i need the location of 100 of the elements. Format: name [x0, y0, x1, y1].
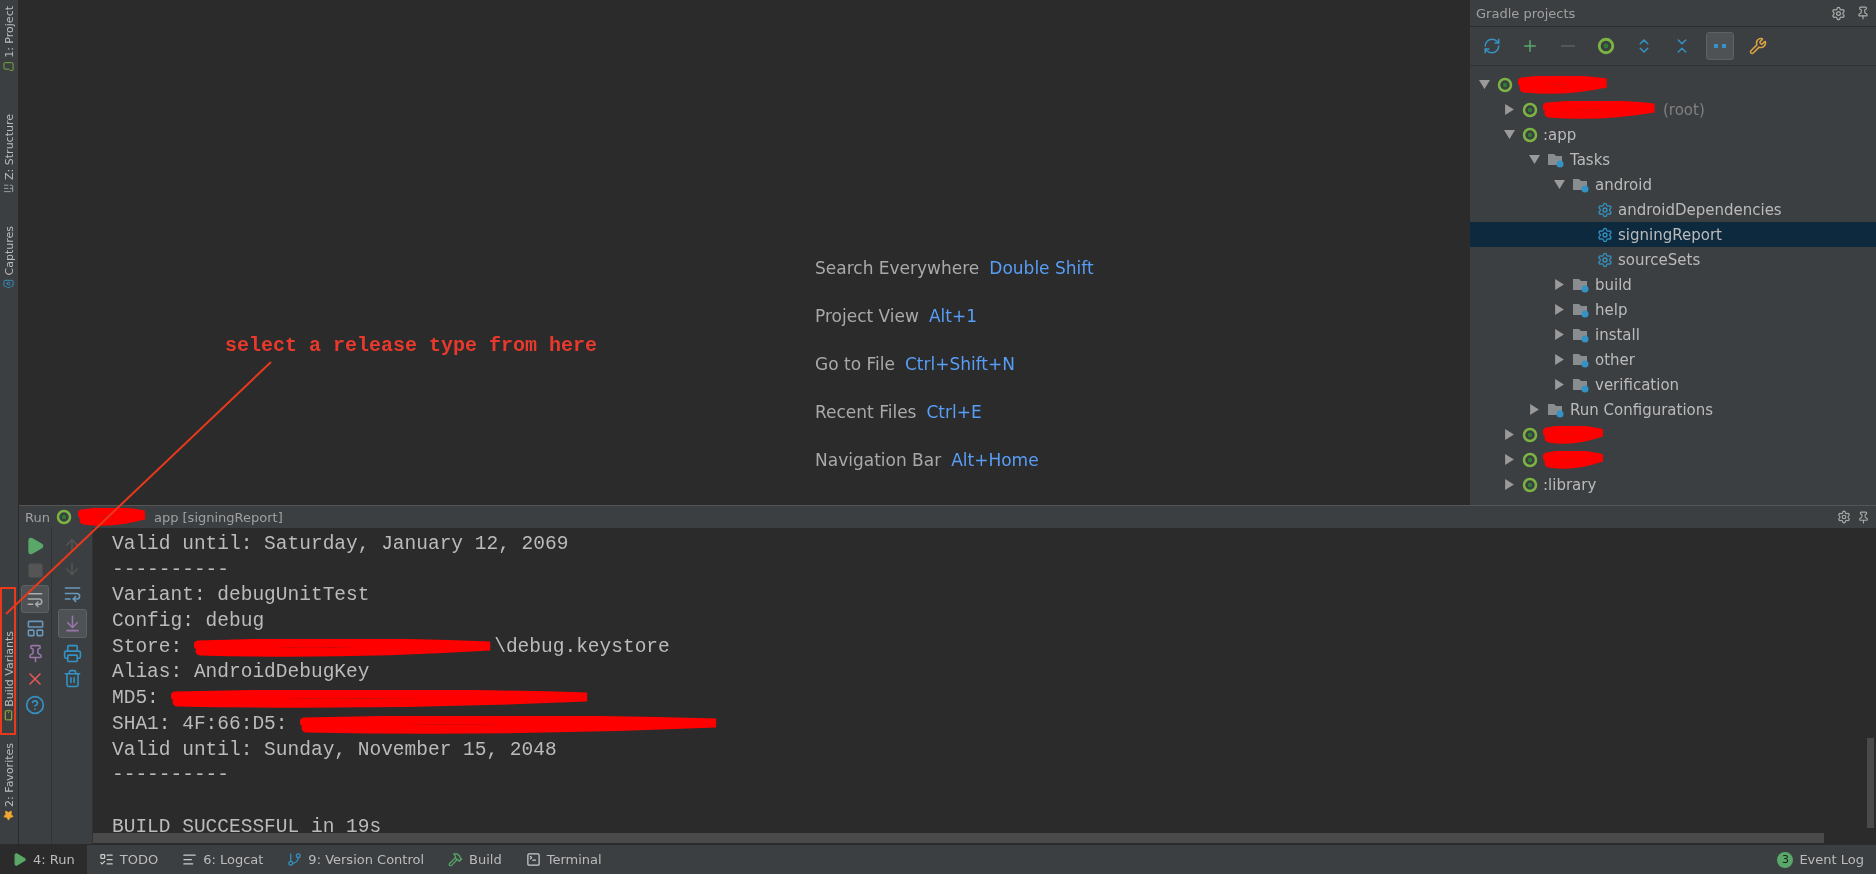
tree-label: install: [1595, 325, 1640, 344]
console-line: Alias: AndroidDebugKey: [112, 660, 370, 686]
console-line: \debug.keystore: [494, 634, 670, 660]
tool-window-tab[interactable]: Z: Structure: [0, 107, 18, 200]
console-line: Store:: [112, 634, 183, 660]
trash-icon[interactable]: [62, 669, 82, 688]
gradle-icon: [1522, 476, 1538, 493]
tree-item[interactable]: build: [1470, 272, 1876, 297]
collapse-arrow-icon[interactable]: [1528, 154, 1540, 165]
tree-label: verification: [1595, 375, 1680, 394]
settings-icon[interactable]: [1837, 510, 1851, 524]
redaction-mark: [77, 508, 148, 526]
tree-item[interactable]: other: [1470, 347, 1876, 372]
collapse-arrow-icon[interactable]: [1478, 79, 1490, 90]
folder-icon: [3, 60, 15, 72]
hide-panel-icon[interactable]: [1856, 6, 1870, 20]
tool-window-tab[interactable]: 4: Run: [0, 845, 87, 874]
tree-label-suffix: (root): [1663, 100, 1705, 119]
tree-label: Run Configurations: [1570, 400, 1714, 419]
console-line: Valid until: Saturday, January 12, 2069: [112, 532, 569, 557]
tree-item[interactable]: Tasks: [1470, 147, 1876, 172]
tree-label: signingReport: [1618, 225, 1722, 244]
plus-icon: [1521, 37, 1539, 55]
scrollbar[interactable]: [93, 833, 1824, 843]
expand-arrow-icon[interactable]: [1503, 429, 1515, 440]
expand-arrow-icon[interactable]: [1553, 304, 1565, 315]
expand-arrow-icon[interactable]: [1528, 404, 1540, 415]
tree-label: android: [1595, 175, 1652, 194]
print-icon[interactable]: [62, 644, 82, 663]
editor-hint: Go to File Ctrl+Shift+N: [815, 354, 1015, 374]
tree-label: sourceSets: [1618, 250, 1701, 269]
gradle-icon: [1497, 76, 1513, 93]
run-label: Run: [25, 509, 50, 525]
redaction-mark: [1543, 425, 1603, 444]
play-icon: [12, 852, 27, 867]
expand-arrow-icon[interactable]: [1553, 279, 1565, 290]
gradle-icon: [1522, 451, 1538, 468]
tree-item[interactable]: signingReport: [1470, 222, 1876, 247]
run-config-label: app [signingReport]: [153, 509, 283, 525]
annotation-text: select a release type from here: [225, 334, 598, 357]
soft-wrap-button[interactable]: [21, 585, 49, 613]
gradle-icon: [1522, 101, 1538, 118]
refresh-icon: [1483, 37, 1501, 55]
tool-window-tab[interactable]: Terminal: [513, 845, 614, 874]
folder-gear-icon: [1547, 401, 1565, 418]
console-line: BUILD SUCCESSFUL in 19s: [112, 814, 382, 832]
gear-icon: [1597, 201, 1613, 218]
editor-hint: Search Everywhere Double Shift: [815, 258, 1094, 278]
tree-item[interactable]: verification: [1470, 372, 1876, 397]
expand-arrow-icon[interactable]: [1503, 104, 1515, 115]
console-line: MD5:: [112, 686, 159, 712]
scroll-to-end-button[interactable]: [57, 609, 87, 638]
tree-item[interactable]: androidDependencies: [1470, 197, 1876, 222]
build-icon: [448, 852, 464, 867]
tree-item[interactable]: install: [1470, 322, 1876, 347]
collapse-arrow-icon[interactable]: [1503, 129, 1515, 140]
structure-icon: [3, 182, 15, 194]
logcat-icon: [182, 852, 198, 867]
expand-arrow-icon[interactable]: [1503, 454, 1515, 465]
editor-hint: Project View Alt+1: [815, 306, 977, 326]
console-line: Variant: debugUnitTest: [112, 583, 370, 609]
folder-gear-icon: [1572, 301, 1590, 318]
tool-window-tab[interactable]: 6: Logcat: [170, 845, 276, 874]
tool-window-tab[interactable]: Build Variants: [0, 625, 18, 728]
run-icon[interactable]: [25, 536, 45, 556]
layout-icon[interactable]: [25, 619, 45, 638]
tool-window-tab[interactable]: 2: Favorites: [0, 737, 18, 827]
expand-arrow-icon[interactable]: [1503, 479, 1515, 490]
tree-item[interactable]: help: [1470, 297, 1876, 322]
tree-item[interactable]: Run Configurations: [1470, 397, 1876, 422]
help-icon[interactable]: [25, 695, 45, 715]
tree-item[interactable]: :library: [1470, 472, 1876, 497]
settings-icon[interactable]: [1831, 5, 1846, 21]
tree-item[interactable]: android: [1470, 172, 1876, 197]
folder-gear-icon: [1572, 176, 1590, 193]
redaction-mark: [1543, 450, 1603, 469]
expand-arrow-icon[interactable]: [1553, 354, 1565, 365]
console-line: SHA1: 4F:66:D5:: [112, 711, 288, 737]
tool-window-tab[interactable]: 1: Project: [0, 0, 18, 78]
scrollbar[interactable]: [1867, 738, 1874, 828]
tree-item[interactable]: sourceSets: [1470, 247, 1876, 272]
event-log-button[interactable]: 3 Event Log: [1765, 851, 1876, 868]
hide-panel-icon[interactable]: [1857, 510, 1870, 524]
console-line: ----------: [112, 557, 230, 583]
gear-icon: [1597, 251, 1613, 268]
tree-label: other: [1595, 350, 1635, 369]
panel-title: Gradle projects: [1476, 5, 1577, 21]
tool-window-tab[interactable]: 9: Version Control: [275, 845, 437, 874]
gear-icon: [1597, 226, 1613, 243]
tree-item[interactable]: :app: [1470, 122, 1876, 147]
expand-arrow-icon[interactable]: [1553, 329, 1565, 340]
tool-window-tab[interactable]: Captures: [0, 219, 18, 296]
tool-window-tab[interactable]: Build: [436, 845, 514, 874]
expand-arrow-icon[interactable]: [1553, 379, 1565, 390]
collapse-arrow-icon[interactable]: [1553, 179, 1565, 190]
tool-window-tab[interactable]: TODO: [86, 845, 171, 874]
tree-label: :library: [1543, 475, 1597, 494]
branch-icon: [287, 852, 303, 867]
group-toggle-button[interactable]: [1706, 32, 1734, 60]
wrap-icon[interactable]: [62, 584, 82, 603]
